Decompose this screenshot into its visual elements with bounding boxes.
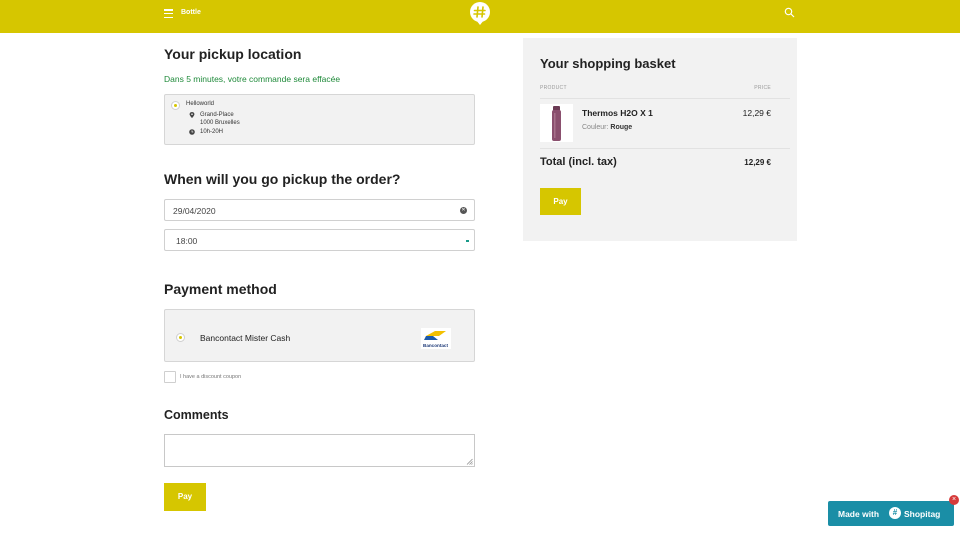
chevron-down-icon	[466, 240, 469, 242]
hamburger-icon[interactable]	[164, 9, 174, 19]
time-value: 18:00	[176, 236, 198, 246]
map-pin-icon	[189, 112, 195, 118]
clock-icon	[189, 129, 195, 135]
address-line-1: Grand-Place	[200, 112, 234, 118]
product-option: Couleur: Rouge	[582, 124, 632, 131]
address-line-2: 1000 Bruxelles	[200, 120, 240, 126]
divider	[540, 98, 790, 99]
basket-pay-button[interactable]: Pay	[540, 188, 581, 215]
made-with-badge[interactable]: Made with # Shopitag	[828, 501, 954, 526]
payment-radio[interactable]	[176, 333, 185, 342]
divider	[540, 148, 790, 149]
payment-method-title: Payment method	[164, 281, 277, 297]
basket-title: Your shopping basket	[540, 56, 676, 71]
total-label: Total (incl. tax)	[540, 156, 617, 168]
resize-handle-icon[interactable]	[466, 458, 473, 465]
col-price: PRICE	[754, 85, 771, 91]
pickup-location-title: Your pickup location	[164, 46, 302, 62]
close-badge-icon[interactable]: ×	[949, 495, 959, 505]
product-price: 12,29 €	[742, 108, 771, 118]
pickup-location-option[interactable]: Helloworld Grand-Place 1000 Bruxelles 10…	[164, 94, 475, 145]
location-hours: 10h-20H	[189, 129, 309, 137]
brand-name: Shopitag	[904, 509, 941, 519]
top-bar: Bottle	[0, 0, 960, 33]
col-product: PRODUCT	[540, 85, 567, 91]
thermos-icon	[552, 106, 561, 141]
comments-textarea[interactable]	[164, 434, 475, 467]
location-name: Helloworld	[186, 101, 215, 107]
date-value: 29/04/2020	[173, 206, 216, 216]
time-select[interactable]: 18:00	[164, 229, 475, 251]
clear-date-icon[interactable]: ✕	[460, 207, 467, 214]
product-name[interactable]: Thermos H2O X 1	[582, 108, 653, 118]
product-image[interactable]	[540, 104, 573, 142]
location-radio[interactable]	[171, 101, 180, 110]
payment-method-label: Bancontact Mister Cash	[200, 333, 291, 343]
bancontact-logo: Bancontact	[421, 328, 451, 349]
store-name[interactable]: Bottle	[181, 9, 201, 16]
discount-checkbox[interactable]	[164, 371, 176, 383]
hours-text: 10h-20H	[200, 129, 224, 135]
schedule-title: When will you go pickup the order?	[164, 171, 401, 187]
search-icon[interactable]	[784, 7, 795, 18]
shopitag-logo-icon[interactable]	[469, 2, 491, 26]
location-address: Grand-Place 1000 Bruxelles	[189, 112, 309, 127]
comments-title: Comments	[164, 408, 229, 422]
shopitag-badge-icon: #	[889, 507, 901, 519]
bancontact-logo-text: Bancontact	[423, 343, 448, 348]
discount-label[interactable]: I have a discount coupon	[180, 374, 241, 380]
date-field[interactable]: 29/04/2020 ✕	[164, 199, 475, 221]
shopping-basket: Your shopping basket PRODUCT PRICE Therm…	[523, 38, 797, 241]
option-label: Couleur:	[582, 124, 609, 131]
made-with-text: Made with	[838, 509, 880, 519]
pay-button[interactable]: Pay	[164, 483, 206, 511]
expiry-notice: Dans 5 minutes, votre commande sera effa…	[164, 74, 341, 84]
total-value: 12,29 €	[744, 158, 771, 167]
payment-option-bancontact[interactable]: Bancontact Mister Cash Bancontact	[164, 309, 475, 362]
option-value: Rouge	[610, 124, 633, 131]
